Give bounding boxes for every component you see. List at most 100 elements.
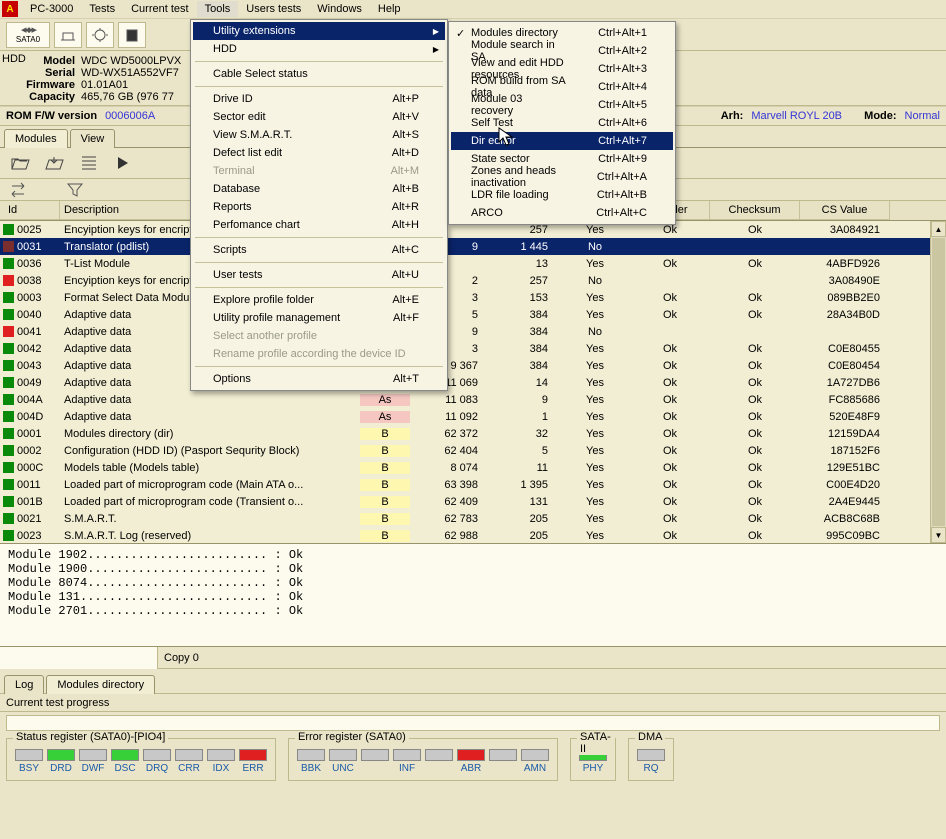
tab-modules[interactable]: Modules (4, 129, 68, 148)
table-row[interactable]: 0049Adaptive dataAs11 06914YesOkOk1A727D… (0, 374, 946, 391)
menu-current-test[interactable]: Current test (123, 1, 196, 17)
dma-title: DMA (635, 731, 665, 743)
submenu-item[interactable]: ARCOCtrl+Alt+C (451, 204, 673, 222)
bottom-tabs: Log Modules directory (0, 669, 946, 693)
menu-item[interactable]: User testsAlt+U (193, 266, 445, 284)
grid-body[interactable]: 0025Encyiption keys for encription modul… (0, 221, 946, 543)
sata2-group: SATA-II PHY (570, 738, 616, 781)
table-row[interactable]: 004DAdaptive dataAs11 0921YesOkOk520E48F… (0, 408, 946, 425)
table-row[interactable]: 0031Translator (pdlist)91 445No (0, 238, 946, 255)
register-bit: INF (393, 749, 421, 774)
menu-item[interactable]: View S.M.A.R.T.Alt+S (193, 126, 445, 144)
menu-item[interactable]: HDD (193, 40, 445, 58)
table-row[interactable]: 0011Loaded part of microprogram code (Ma… (0, 476, 946, 493)
open-icon[interactable] (8, 152, 34, 174)
table-row[interactable]: 0041Adaptive data9384No (0, 323, 946, 340)
menu-help[interactable]: Help (370, 1, 409, 17)
toolbar-btn-2[interactable] (86, 22, 114, 48)
firmware-value: 01.01A01 (81, 79, 128, 91)
table-row[interactable]: 0001Modules directory (dir)B62 37232YesO… (0, 425, 946, 442)
menu-item: Select another profile (193, 327, 445, 345)
table-row[interactable]: 0003Format Select Data Module3153YesOkOk… (0, 289, 946, 306)
save-icon[interactable] (42, 152, 68, 174)
menu-item[interactable]: ScriptsAlt+C (193, 241, 445, 259)
menu-users-tests[interactable]: Users tests (238, 1, 309, 17)
menu-tests[interactable]: Tests (81, 1, 123, 17)
table-row[interactable]: 0042Adaptive data3384YesOkOkC0E80455 (0, 340, 946, 357)
copy-section: Copy 0 (0, 647, 946, 669)
rom-version-link[interactable]: 0006006A (105, 110, 155, 122)
tools-menu[interactable]: Utility extensionsHDD Cable Select status… (190, 19, 448, 391)
menu-item[interactable]: Defect list editAlt+D (193, 144, 445, 162)
arh-value[interactable]: Marvell ROYL 20B (751, 110, 842, 122)
menu-item[interactable]: Perfomance chartAlt+H (193, 216, 445, 234)
arh-label: Arh: (721, 110, 744, 122)
register-bit (489, 749, 517, 774)
menu-item[interactable]: Explore profile folderAlt+E (193, 291, 445, 309)
menu-item[interactable]: ReportsAlt+R (193, 198, 445, 216)
status-register-group: Status register (SATA0)-[PIO4] BSYDRDDWF… (6, 738, 276, 781)
register-bit: BBK (297, 749, 325, 774)
register-bit: DRD (47, 749, 75, 774)
toolbar-btn-1[interactable] (54, 22, 82, 48)
table-row[interactable]: 0040Adaptive data5384YesOkOk28A34B0D (0, 306, 946, 323)
menu-item[interactable]: Utility extensions (193, 22, 445, 40)
menu-item[interactable]: Sector editAlt+V (193, 108, 445, 126)
table-row[interactable]: 0036T-List Module13YesOkOk4ABFD926 (0, 255, 946, 272)
menu-item[interactable]: Cable Select status (193, 65, 445, 83)
model-label: Model (26, 55, 81, 67)
scroll-up-icon[interactable]: ▲ (931, 221, 946, 237)
menu-item[interactable]: Utility profile managementAlt+F (193, 309, 445, 327)
tab-view[interactable]: View (70, 129, 116, 148)
menu-item: TerminalAlt+M (193, 162, 445, 180)
submenu-item[interactable]: LDR file loadingCtrl+Alt+B (451, 186, 673, 204)
module-log[interactable]: Module 1902......................... : O… (0, 543, 946, 647)
menu-item[interactable]: Drive IDAlt+P (193, 90, 445, 108)
toolbar-btn-3[interactable] (118, 22, 146, 48)
menu-pc-3000[interactable]: PC-3000 (22, 1, 81, 17)
table-row[interactable]: 0023S.M.A.R.T. Log (reserved)B62 988205Y… (0, 527, 946, 543)
menu-tools[interactable]: Tools (197, 1, 239, 17)
list-icon[interactable] (76, 152, 102, 174)
copy-label: Copy 0 (158, 652, 199, 664)
app-icon: A (2, 1, 18, 17)
register-bit: BSY (15, 749, 43, 774)
scrollbar[interactable]: ▲ ▼ (930, 221, 946, 543)
register-bit: DRQ (143, 749, 171, 774)
utility-extensions-submenu[interactable]: Modules directoryCtrl+Alt+1Module search… (448, 21, 676, 225)
table-row[interactable]: 000CModels table (Models table)B8 07411Y… (0, 459, 946, 476)
submenu-item[interactable]: Self TestCtrl+Alt+6 (451, 114, 673, 132)
menu-item[interactable]: OptionsAlt+T (193, 370, 445, 388)
menu-windows[interactable]: Windows (309, 1, 370, 17)
register-bit: AMN (521, 749, 549, 774)
register-bit (361, 749, 389, 774)
tab-log[interactable]: Log (4, 675, 44, 694)
table-row[interactable]: 004AAdaptive dataAs11 0839YesOkOkFC88568… (0, 391, 946, 408)
register-bit: UNC (329, 749, 357, 774)
menu-item: Rename profile according the device ID (193, 345, 445, 363)
submenu-item[interactable]: Module 03 recoveryCtrl+Alt+5 (451, 96, 673, 114)
mode-value[interactable]: Normal (905, 110, 940, 122)
table-row[interactable]: 0002Configuration (HDD ID) (Pasport Sequ… (0, 442, 946, 459)
table-row[interactable]: 001BLoaded part of microprogram code (Tr… (0, 493, 946, 510)
table-row[interactable]: 0043Adaptive dataAs9 367384YesOkOkC0E804… (0, 357, 946, 374)
play-icon[interactable] (110, 152, 136, 174)
col-csvalue[interactable]: CS Value (800, 201, 890, 220)
register-bit: DWF (79, 749, 107, 774)
sata0-button[interactable]: ◂◂▸▸ SATA0 (6, 22, 50, 48)
col-checksum[interactable]: Checksum (710, 201, 800, 220)
col-id[interactable]: Id (0, 201, 60, 220)
submenu-item[interactable]: Dir editorCtrl+Alt+7 (451, 132, 673, 150)
funnel-icon[interactable] (62, 179, 88, 201)
submenu-item[interactable]: Zones and heads inactivationCtrl+Alt+A (451, 168, 673, 186)
rom-label: ROM F/W version (6, 110, 97, 122)
serial-label: Serial (26, 67, 81, 79)
menu-item[interactable]: DatabaseAlt+B (193, 180, 445, 198)
dma-group: DMA RQ (628, 738, 674, 781)
status-register-title: Status register (SATA0)-[PIO4] (13, 731, 168, 743)
scroll-down-icon[interactable]: ▼ (931, 527, 946, 543)
arrows-icon[interactable] (6, 179, 32, 201)
table-row[interactable]: 0038Encyiption keys for encription modul… (0, 272, 946, 289)
tab-modules-directory[interactable]: Modules directory (46, 675, 155, 694)
table-row[interactable]: 0021S.M.A.R.T.B62 783205YesOkOkACB8C68B (0, 510, 946, 527)
